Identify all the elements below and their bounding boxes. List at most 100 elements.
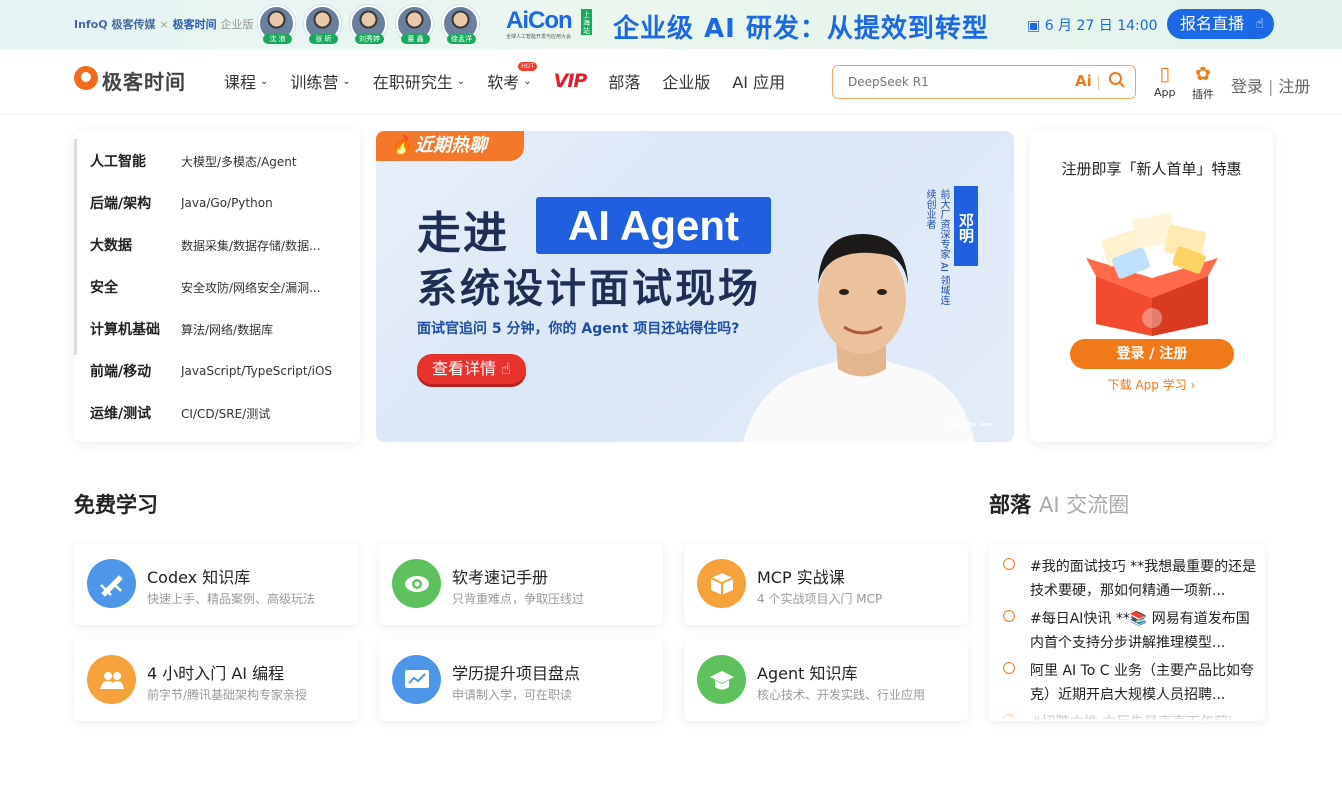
- comment-icon: [1003, 662, 1015, 674]
- hero-subtitle: 面试官追问 5 分钟，你的 Agent 项目还站得住吗?: [417, 321, 740, 337]
- hero-detail-button[interactable]: 查看详情 ☝: [417, 354, 526, 384]
- category-title[interactable]: 大数据: [90, 235, 181, 255]
- login-link[interactable]: 登录: [1231, 77, 1263, 96]
- banner-brands: InfoQ 极客传媒 × 极客时间 企业版: [74, 16, 254, 32]
- chevron-down-icon: ⌄: [342, 75, 351, 87]
- free-learning-card[interactable]: 软考速记手册 只背重难点，争取压线过: [379, 543, 663, 625]
- card-title: MCP 实战课: [757, 568, 845, 587]
- nav-item-3[interactable]: 软考 ⌄ HOT: [487, 62, 538, 93]
- category-title[interactable]: 安全: [90, 277, 181, 297]
- category-panel: 人工智能 大模型/多模态/Agent 后端/架构 Java/Go/Python 大数据数…: [74, 131, 360, 442]
- category-title[interactable]: 计算机基础: [90, 319, 181, 339]
- category-row[interactable]: 计算机基础 算法/网络/数据库: [90, 319, 341, 339]
- category-subtitle[interactable]: 安全攻防/网络安全/漏洞...: [181, 279, 341, 296]
- pointer-hand-icon: ☝: [1255, 16, 1264, 32]
- hero-detail-label: 查看详情: [432, 359, 497, 378]
- nav-item-5[interactable]: 部落: [608, 69, 640, 93]
- category-title[interactable]: 前端/移动: [90, 361, 181, 381]
- search-box[interactable]: Ai: [832, 65, 1136, 99]
- nav-menu: 课程 ⌄ 训练营 ⌄ 在职研究生 ⌄ 软考 ⌄ HOT VIP 部落 企业版 AI 应用: [224, 62, 807, 93]
- login-register-button[interactable]: 登录 / 注册: [1070, 339, 1234, 369]
- speaker-avatar: 董 鑫: [396, 5, 435, 44]
- ai-search-icon[interactable]: Ai: [1075, 72, 1092, 90]
- geektime-logo[interactable]: 极客时间: [102, 66, 186, 95]
- category-row[interactable]: 安全 安全攻防/网络安全/漏洞...: [90, 277, 341, 297]
- register-link[interactable]: 注册: [1278, 77, 1310, 96]
- box-icon: [697, 559, 746, 608]
- puzzle-icon: ✿: [1195, 63, 1211, 85]
- category-subtitle[interactable]: CI/CD/SRE/测试: [181, 405, 341, 422]
- category-title[interactable]: 运维/测试: [90, 403, 181, 423]
- category-row[interactable]: 运维/测试 CI/CD/SRE/测试: [90, 403, 341, 423]
- tribe-feed: #招聘内推 内巨先是离直下年薪|阿里 AI To C 业务（主要产品比如夸克）近…: [989, 543, 1265, 721]
- free-learning-card[interactable]: Agent 知识库 核心技术、开发实践、行业应用: [684, 639, 968, 721]
- main-nav: 极客时间 课程⌄ 训练营⌄ 在职研究生⌄ 软考⌄HOT VIP 部落 企业版 AI 应用 Ai…: [0, 49, 1342, 115]
- nav-item-4[interactable]: VIP: [553, 70, 588, 92]
- chart-icon: [392, 655, 441, 704]
- infoq-brand: InfoQ 极客传媒: [74, 18, 156, 31]
- tribe-post-text[interactable]: #每日AI快讯 **📚 网易有道发布国内首个支持分步讲解推理模型...: [1030, 607, 1260, 655]
- register-live-button[interactable]: 报名直播 ☝: [1167, 9, 1274, 39]
- nav-item-label: 部落: [608, 73, 641, 92]
- nav-item-label: 软考: [487, 73, 520, 92]
- nav-item-6[interactable]: 企业版: [662, 69, 710, 93]
- download-app-link[interactable]: 下载 App 学习 ›: [1030, 376, 1273, 393]
- tribe-title-text[interactable]: 部落: [989, 493, 1031, 517]
- nav-item-2[interactable]: 在职研究生 ⌄: [373, 69, 465, 93]
- plugin-label: 插件: [1192, 88, 1214, 101]
- tribe-post-text[interactable]: #我的面试技巧 **我想最重要的还是技术要硬，那如何精通一项新...: [1030, 555, 1260, 603]
- card-subtitle: 申请制入学，可在职读: [452, 688, 573, 702]
- aicon-subtitle: 全球人工智能开发与应用大会: [506, 34, 572, 40]
- carousel-dot[interactable]: [948, 423, 960, 426]
- app-label: App: [1154, 86, 1176, 99]
- chevron-down-icon: ⌄: [523, 75, 532, 87]
- category-row[interactable]: 人工智能 大模型/多模态/Agent: [90, 151, 341, 171]
- carousel-dots[interactable]: [948, 423, 992, 426]
- carousel-dot[interactable]: [964, 423, 976, 426]
- card-subtitle: 前字节/腾讯基础架构专家亲授: [147, 688, 308, 702]
- free-learning-card[interactable]: 4 小时入门 AI 编程前字节/腾讯基础架构专家亲授: [74, 639, 358, 721]
- geektime-logo-icon[interactable]: [74, 66, 98, 90]
- nav-item-1[interactable]: 训练营 ⌄: [290, 69, 350, 93]
- category-subtitle[interactable]: 大模型/多模态/Agent: [181, 153, 341, 170]
- chevron-down-icon: ⌄: [260, 75, 269, 87]
- app-download[interactable]: ▯ App: [1154, 62, 1176, 99]
- search-icon[interactable]: [1107, 70, 1127, 90]
- category-subtitle[interactable]: 数据采集/数据存储/数据...: [181, 237, 341, 254]
- category-subtitle[interactable]: Java/Go/Python: [181, 196, 341, 210]
- category-subtitle[interactable]: JavaScript/TypeScript/iOS: [181, 364, 341, 378]
- category-title[interactable]: 人工智能: [90, 151, 181, 171]
- plugin-link[interactable]: ✿ 插件: [1192, 62, 1214, 102]
- banner-date-text: 6 月 27 日 14:00: [1044, 18, 1158, 34]
- promo-title: 注册即享「新人首单」特惠: [1061, 160, 1242, 178]
- free-learning-card[interactable]: Codex 知识库 快速上手、精品案例、高级玩法: [74, 543, 358, 625]
- card-title: 4 小时入门 AI 编程: [147, 664, 285, 683]
- free-learning-card[interactable]: MCP 实战课 4 个实战项目入门 MCP: [684, 543, 968, 625]
- category-row[interactable]: 后端/架构 Java/Go/Python: [90, 193, 341, 213]
- speaker-avatars: 沈 浪 张 昕 刘秀婷 董 鑫 徐孟洋: [258, 5, 481, 44]
- aicon-logo-text: AiCon: [506, 7, 573, 34]
- tribe-post-text[interactable]: 阿里 AI To C 业务（主要产品比如夸克）近期开启大规模人员招聘...: [1030, 659, 1260, 707]
- gift-box-illustration: [1086, 213, 1218, 336]
- speaker-avatar: 徐孟洋: [442, 5, 481, 44]
- hero-carousel[interactable]: 🔥 近期热聊 走进 AI Agent 系统设计面试现场 面试官追问 5 分钟，你的…: [376, 131, 1014, 442]
- top-banner[interactable]: InfoQ 极客传媒 × 极客时间 企业版 沈 浪 张 昕 刘秀婷 董 鑫 徐孟洋 AiCo…: [0, 0, 1342, 49]
- tribe-title: 部落 AI 交流圈: [989, 489, 1129, 519]
- nav-item-label: VIP: [553, 70, 588, 92]
- card-title: Agent 知识库: [757, 664, 858, 683]
- speaker-name-tag: 张 昕: [309, 34, 338, 44]
- category-title[interactable]: 后端/架构: [90, 193, 181, 213]
- category-row[interactable]: 前端/移动 JavaScript/TypeScript/iOS: [90, 361, 341, 381]
- search-input[interactable]: [833, 66, 1063, 98]
- category-row[interactable]: 大数据 数据采集/数据存储/数据...: [90, 235, 341, 255]
- nav-item-0[interactable]: 课程 ⌄: [224, 69, 268, 93]
- nav-item-7[interactable]: AI 应用: [732, 69, 785, 93]
- hot-topic-label: 近期热聊: [415, 135, 487, 156]
- card-title: Codex 知识库: [147, 568, 251, 587]
- category-scroll-indicator: [74, 139, 77, 355]
- free-learning-card[interactable]: 学历提升项目盘点 申请制入学，可在职读: [379, 639, 663, 721]
- carousel-dot[interactable]: [980, 423, 992, 426]
- comment-icon: [1003, 558, 1015, 570]
- banner-date: ▣ 6 月 27 日 14:00: [1027, 15, 1158, 35]
- category-subtitle[interactable]: 算法/网络/数据库: [181, 321, 341, 338]
